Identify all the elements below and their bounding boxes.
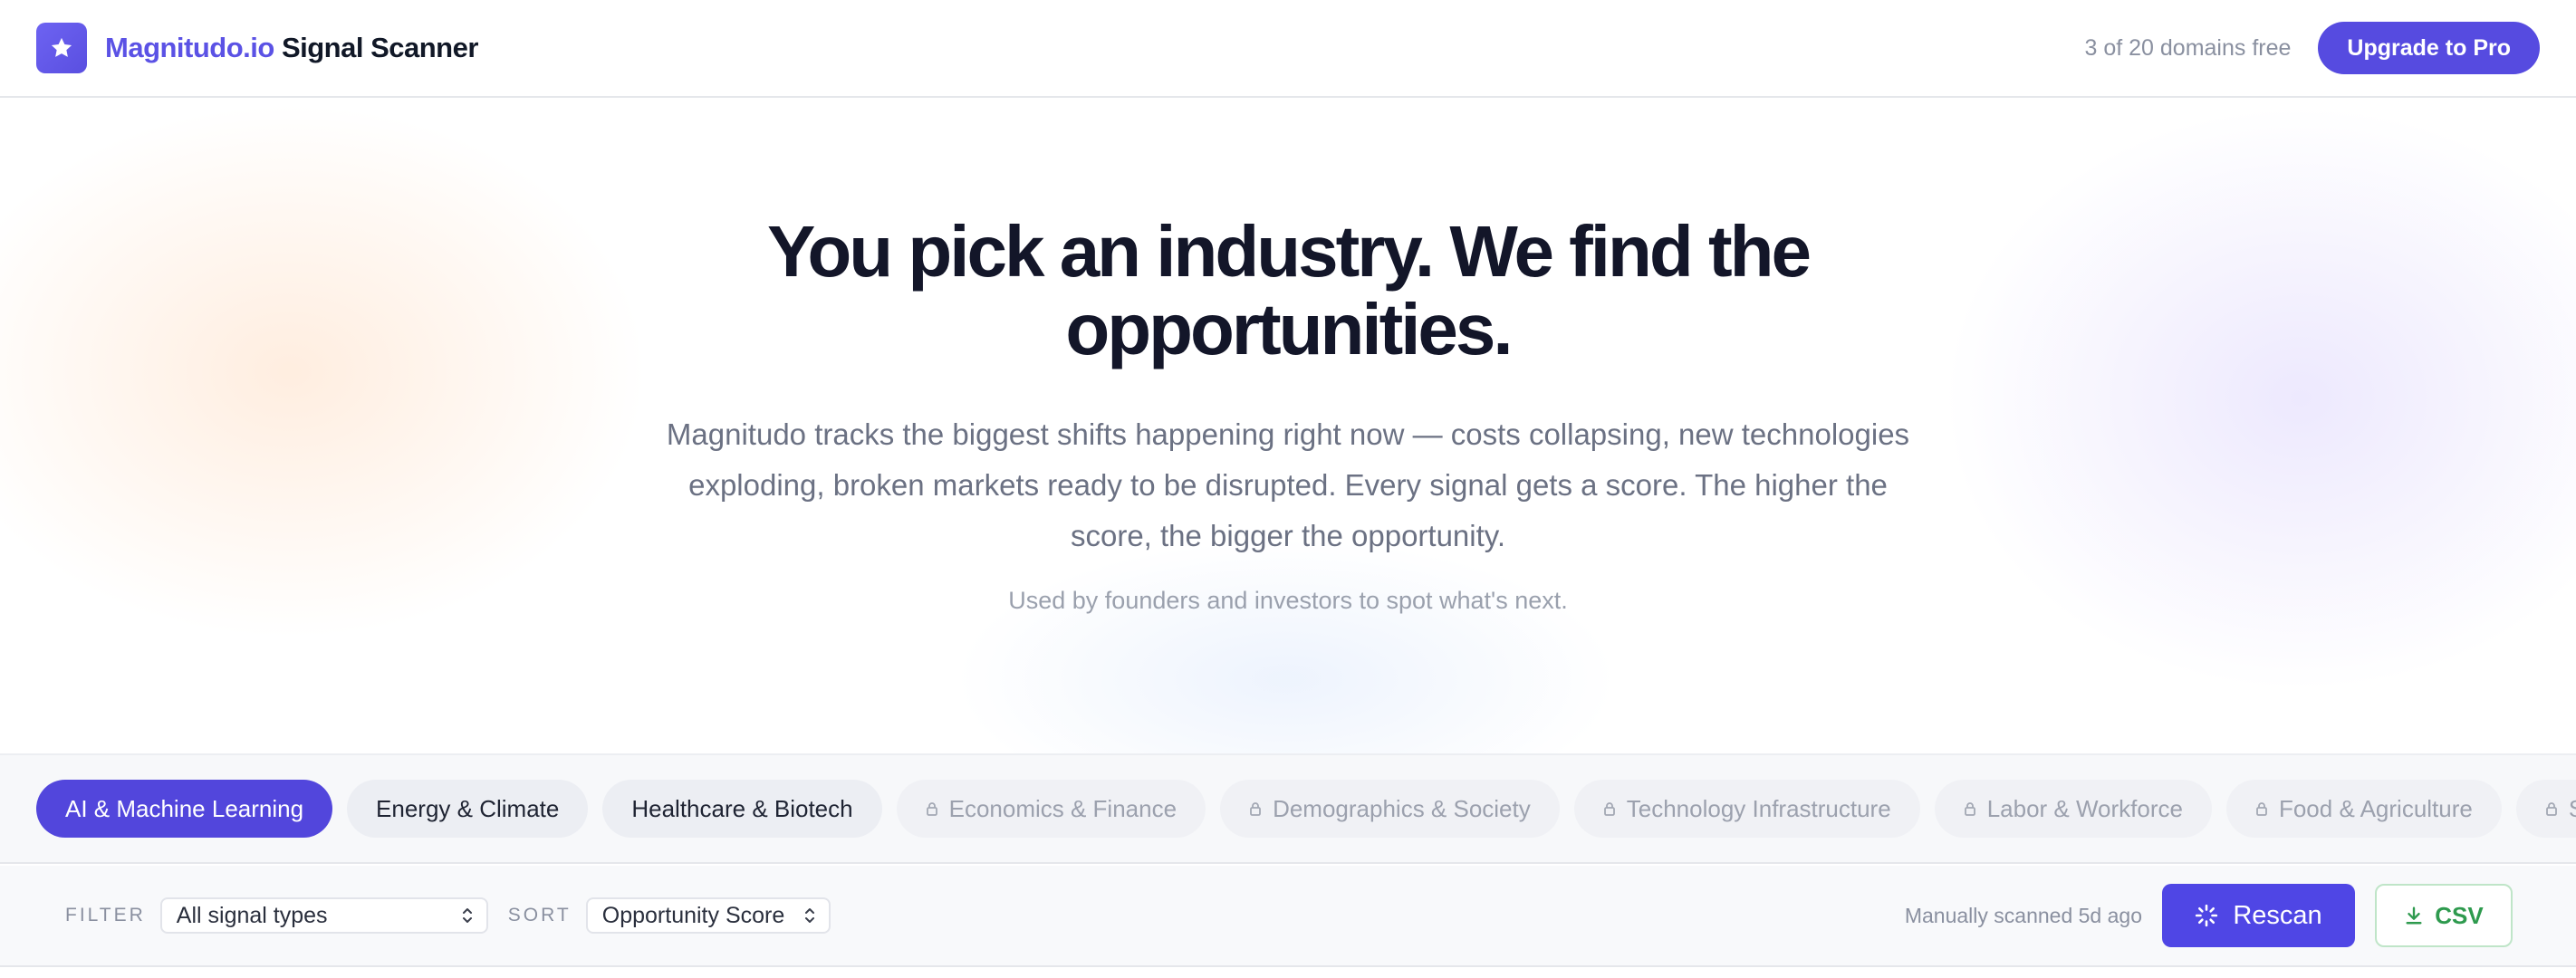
download-icon <box>2406 906 2422 925</box>
lock-icon <box>1603 802 1615 816</box>
filter-actions: Manually scanned 5d ago Rescan CSV <box>1905 884 2513 947</box>
category-tab[interactable]: Technology Infrastructure <box>1573 780 1920 838</box>
category-tab-label: Space <box>2569 795 2576 823</box>
rescan-label: Rescan <box>2233 900 2322 930</box>
updown-chevron-icon <box>804 908 814 923</box>
category-tab-label: Energy & Climate <box>376 794 560 822</box>
lock-icon <box>1250 802 1261 816</box>
filter-bar: FILTER All signal types SORT Opportunity… <box>0 866 2576 967</box>
brand-accent: Magnitudo.io <box>105 32 274 63</box>
hero-title: You pick an industry. We find the opport… <box>767 211 1812 369</box>
filter-label: FILTER <box>65 905 146 925</box>
csv-export-button[interactable]: CSV <box>2375 884 2513 947</box>
hero-section: You pick an industry. We find the opport… <box>0 100 2576 753</box>
free-domains-count: 3 of 20 domains free <box>2084 34 2292 61</box>
lock-icon <box>1964 802 1975 816</box>
hero-note: Used by founders and investors to spot w… <box>1008 587 1568 614</box>
category-tab-label: AI & Machine Learning <box>65 794 304 822</box>
scan-status: Manually scanned 5d ago <box>1904 903 2142 927</box>
signal-type-value: All signal types <box>176 902 328 928</box>
sort-select[interactable]: Opportunity Score <box>585 897 831 934</box>
category-tab[interactable]: Labor & Workforce <box>1934 780 2212 838</box>
category-tab[interactable]: AI & Machine Learning <box>36 780 333 838</box>
category-tab[interactable]: Space <box>2515 780 2576 838</box>
brand-name[interactable]: Magnitudo.io Signal Scanner <box>105 32 478 64</box>
category-tab[interactable]: Food & Agriculture <box>2225 780 2502 838</box>
category-tab[interactable]: Healthcare & Biotech <box>602 780 882 838</box>
signal-type-select[interactable]: All signal types <box>159 897 488 934</box>
logo[interactable] <box>36 23 87 73</box>
category-tab-label: Technology Infrastructure <box>1626 794 1891 822</box>
lock-icon <box>2256 802 2267 816</box>
category-tab-label: Economics & Finance <box>948 794 1177 822</box>
category-tab-label: Labor & Workforce <box>1986 794 2183 822</box>
brand-rest: Signal Scanner <box>274 32 478 63</box>
category-tab-label: Healthcare & Biotech <box>631 794 853 822</box>
category-tabs: AI & Machine Learning Energy & Climate Hea… <box>0 753 2576 864</box>
hero-subtitle: Magnitudo tracks the biggest shifts happ… <box>666 417 1910 552</box>
lock-icon <box>2545 802 2557 816</box>
category-tab[interactable]: Demographics & Society <box>1220 780 1560 838</box>
sort-label: SORT <box>507 905 572 925</box>
category-tab-label: Demographics & Society <box>1273 794 1531 822</box>
category-tab[interactable]: Energy & Climate <box>347 780 589 838</box>
csv-label: CSV <box>2435 901 2484 929</box>
rescan-button[interactable]: Rescan <box>2162 884 2355 947</box>
lock-icon <box>926 802 937 816</box>
updown-chevron-icon <box>462 908 472 923</box>
category-tab-label: Food & Agriculture <box>2278 794 2473 822</box>
sort-value: Opportunity Score <box>601 902 785 928</box>
star-icon <box>51 37 72 57</box>
top-header: Magnitudo.io Signal Scanner 3 of 20 doma… <box>0 0 2576 98</box>
spinner-icon <box>2196 904 2218 927</box>
category-tab[interactable]: Economics & Finance <box>896 780 1206 838</box>
upgrade-button[interactable]: Upgrade to Pro <box>2318 22 2540 74</box>
header-actions: 3 of 20 domains free Upgrade to Pro <box>2084 22 2540 74</box>
